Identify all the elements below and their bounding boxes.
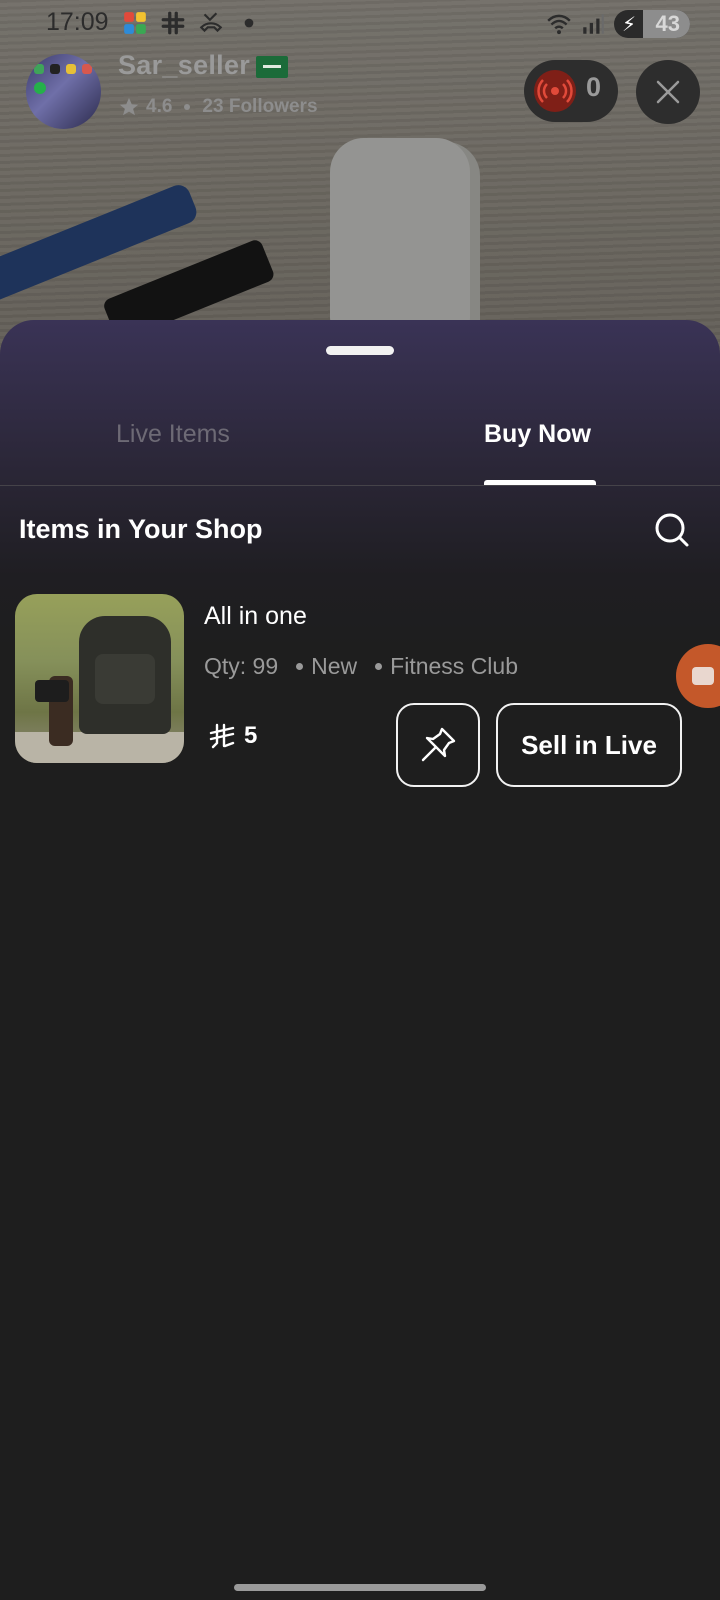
- home-indicator[interactable]: [234, 1584, 486, 1591]
- item-condition: New: [311, 653, 358, 679]
- items-bottom-sheet: Live Items Buy Now Items in Your Shop Al…: [0, 320, 720, 1600]
- wifi-icon: [547, 14, 571, 35]
- item-price: 5: [208, 722, 257, 750]
- seller-name[interactable]: Sar_seller: [118, 50, 250, 81]
- battery-icon: ⚡ 43: [614, 10, 690, 38]
- seller-meta: 4.6 23 Followers: [118, 96, 318, 118]
- tab-divider: [0, 485, 720, 486]
- tab-buy-now[interactable]: Buy Now: [484, 420, 591, 460]
- app-grid-icon: [124, 12, 146, 34]
- status-bar: 17:09 ⚡ 43: [0, 0, 720, 48]
- section-title: Items in Your Shop: [19, 514, 263, 544]
- saudi-riyal-icon: [209, 723, 235, 749]
- dot-icon: [244, 18, 254, 28]
- camera-preview: [0, 0, 720, 360]
- viewer-count: 0: [586, 72, 602, 102]
- slack-icon: [161, 11, 185, 35]
- item-qty: Qty: 99: [204, 653, 279, 679]
- item-meta: Qty: 99 New Fitness Club: [204, 653, 518, 680]
- signal-icon: [583, 14, 604, 34]
- star-icon: [119, 97, 139, 116]
- search-button[interactable]: [652, 510, 692, 550]
- battery-level: 43: [655, 11, 680, 36]
- seller-rating: 4.6: [146, 96, 173, 117]
- item-category: Fitness Club: [390, 653, 518, 679]
- separator-dot: [184, 104, 191, 110]
- saudi-flag-icon: [256, 56, 288, 78]
- separator-dot: [375, 663, 383, 670]
- pin-item-button[interactable]: [396, 703, 480, 787]
- status-time: 17:09: [46, 8, 109, 36]
- separator-dot: [296, 663, 304, 670]
- missed-call-icon: [199, 12, 223, 33]
- live-viewers-pill[interactable]: 0: [524, 60, 618, 122]
- sell-in-live-button[interactable]: Sell in Live: [496, 703, 682, 787]
- item-thumbnail[interactable]: [15, 594, 184, 763]
- seller-avatar[interactable]: [26, 54, 101, 129]
- search-icon: [655, 513, 689, 547]
- close-icon: [656, 80, 680, 104]
- seller-followers: 23 Followers: [202, 96, 318, 117]
- broadcast-icon: [534, 70, 576, 112]
- close-button[interactable]: [636, 60, 700, 124]
- tab-live-items[interactable]: Live Items: [116, 420, 230, 460]
- item-price-value: 5: [244, 722, 258, 749]
- item-name[interactable]: All in one: [204, 602, 307, 631]
- pin-icon: [421, 727, 456, 762]
- sheet-drag-handle[interactable]: [326, 346, 394, 355]
